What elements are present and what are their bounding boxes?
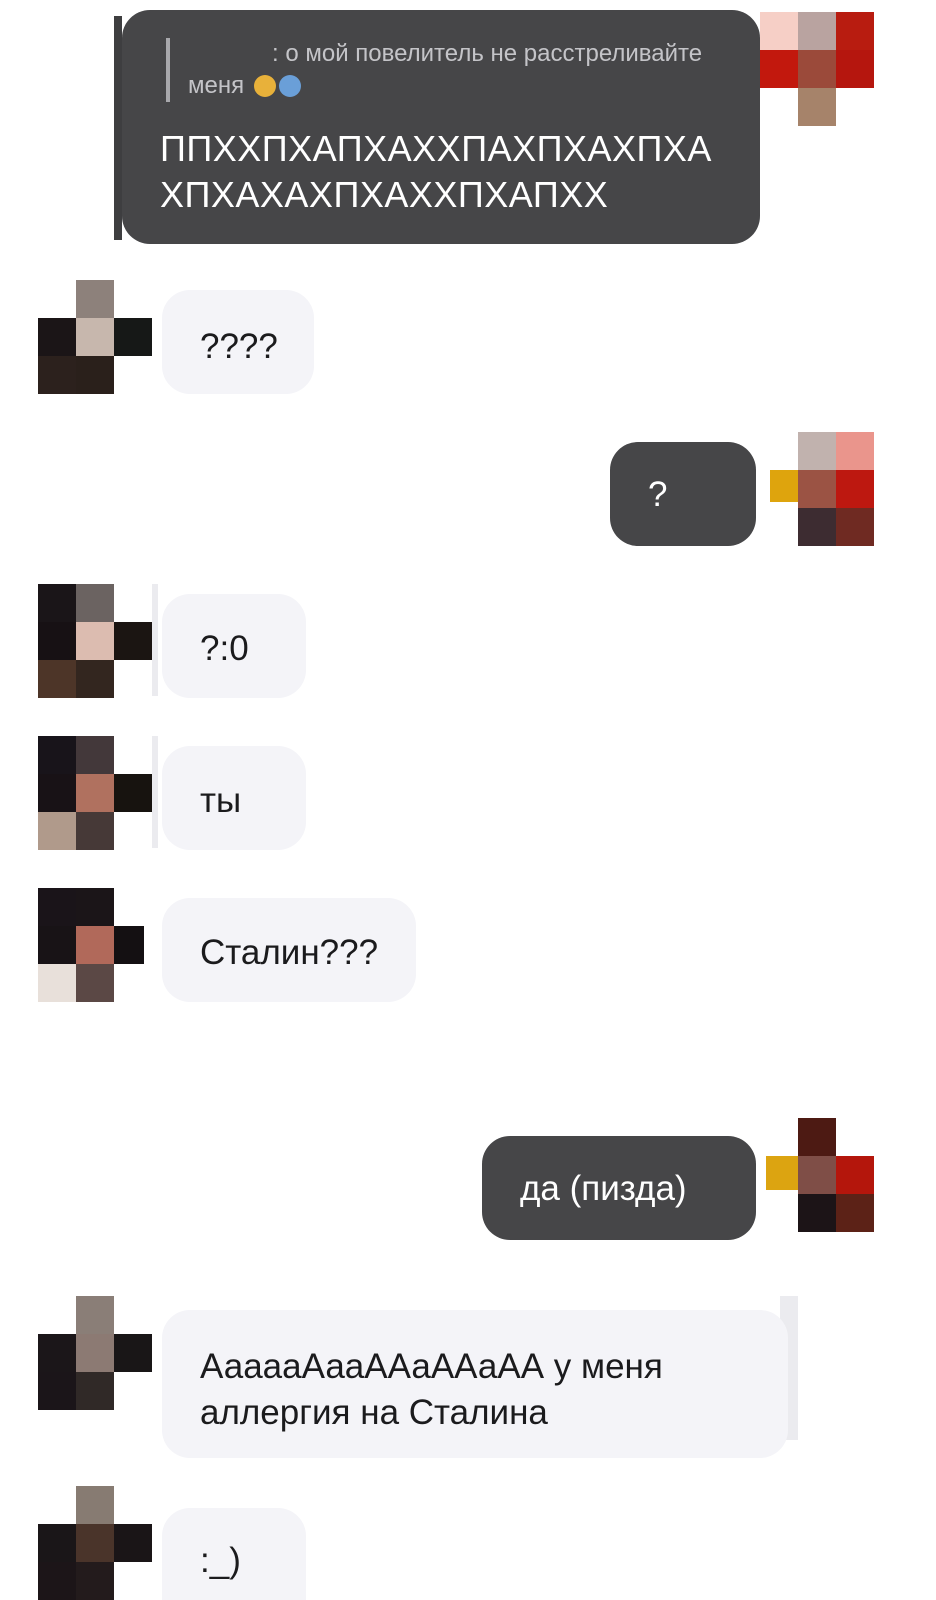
avatar-pixel (76, 1486, 114, 1524)
avatar-pixel (798, 432, 836, 470)
avatar-pixel (76, 774, 114, 812)
avatar-pixel (114, 1524, 152, 1562)
screaming-face-emoji-icon (253, 75, 276, 97)
avatar-pixel (798, 12, 836, 50)
message-text: ???? (200, 327, 278, 366)
avatar-pixel (836, 50, 874, 88)
avatar-pixel (38, 318, 76, 356)
avatar-pixel (76, 1562, 114, 1600)
avatar-pixel (76, 1524, 114, 1562)
avatar-pixel (760, 12, 798, 50)
avatar-pixel (76, 888, 114, 926)
avatar-pixel (38, 888, 76, 926)
anxious-face-emoji-icon (278, 75, 301, 97)
message-text: ?:0 (200, 629, 249, 668)
avatar-pixel (798, 508, 836, 546)
avatar-pixel (836, 470, 874, 508)
pixelated-avatar-icon[interactable] (38, 584, 152, 698)
message-bubble-incoming[interactable]: АааааАааААаААаАА у меня аллергия на Стал… (162, 1310, 788, 1458)
avatar-pixel (836, 1194, 874, 1232)
avatar-pixel (836, 508, 874, 546)
avatar-pixel (38, 356, 76, 394)
chat-thread: : о мой повелитель не расстреливайте мен… (0, 0, 936, 1600)
message-bubble-outgoing[interactable]: : о мой повелитель не расстреливайте мен… (122, 10, 760, 244)
pixelated-avatar-icon[interactable] (770, 432, 874, 546)
avatar-pixel (114, 1334, 152, 1372)
avatar-pixel (38, 1524, 76, 1562)
avatar-pixel (798, 50, 836, 88)
message-text: ППХХПХАПХАХХПАХПХАХПХА ХПХАХАХПХАХХПХАПХ… (160, 128, 712, 215)
avatar-pixel (76, 356, 114, 394)
avatar-pixel (798, 1156, 836, 1194)
avatar-pixel (76, 584, 114, 622)
avatar-pixel (38, 622, 76, 660)
avatar-pixel (76, 280, 114, 318)
pixelated-avatar-icon[interactable] (38, 888, 148, 1002)
message-bubble-incoming[interactable]: Сталин??? (162, 898, 416, 1002)
avatar-pixel (38, 964, 76, 1002)
avatar-pixel (114, 926, 144, 964)
pixelated-avatar-icon[interactable] (38, 1486, 152, 1600)
avatar-pixel (114, 774, 152, 812)
message-bubble-outgoing[interactable]: ? (610, 442, 756, 546)
avatar-pixel (760, 50, 798, 88)
pixelated-avatar-icon[interactable] (38, 1296, 152, 1410)
message-bubble-outgoing[interactable]: да (пизда) (482, 1136, 756, 1240)
avatar-pixel (798, 470, 836, 508)
avatar-pixel (76, 622, 114, 660)
avatar-pixel (38, 812, 76, 850)
message-text: да (пизда) (520, 1169, 687, 1208)
avatar-pixel (770, 470, 798, 502)
message-text: ты (200, 781, 242, 820)
avatar-pixel (76, 1372, 114, 1410)
message-bubble-incoming[interactable]: ты (162, 746, 306, 850)
avatar-pixel (114, 318, 152, 356)
message-text: АааааАааААаААаАА у меня аллергия на Стал… (200, 1347, 663, 1432)
message-bubble-incoming[interactable]: ?:0 (162, 594, 306, 698)
avatar-pixel (76, 318, 114, 356)
avatar-pixel (798, 1194, 836, 1232)
avatar-pixel (798, 88, 836, 126)
avatar-pixel (38, 736, 76, 774)
avatar-pixel (76, 1296, 114, 1334)
message-text: ? (648, 475, 668, 514)
avatar-pixel (836, 432, 874, 470)
avatar-pixel (38, 584, 76, 622)
pixelated-avatar-icon[interactable] (38, 736, 152, 850)
avatar-pixel (76, 812, 114, 850)
avatar-pixel (114, 622, 152, 660)
avatar-pixel (38, 1562, 76, 1600)
avatar-pixel (76, 736, 114, 774)
avatar-pixel (766, 1156, 798, 1190)
avatar-pixel (38, 1334, 76, 1372)
reply-quote[interactable]: : о мой повелитель не расстреливайте мен… (166, 38, 748, 102)
bubble-edge (114, 16, 122, 240)
avatar-pixel (76, 660, 114, 698)
pixelated-avatar-icon[interactable] (38, 280, 152, 394)
avatar-pixel (38, 660, 76, 698)
pixelated-avatar-icon[interactable] (760, 12, 874, 128)
avatar-pixel (38, 926, 76, 964)
avatar-pixel (836, 12, 874, 50)
avatar-pixel (38, 774, 76, 812)
avatar-pixel (76, 926, 114, 964)
avatar-pixel (76, 964, 114, 1002)
bubble-edge (152, 584, 158, 696)
pixelated-avatar-icon[interactable] (766, 1118, 874, 1232)
avatar-pixel (798, 1118, 836, 1156)
message-text: Сталин??? (200, 933, 379, 972)
avatar-pixel (836, 1156, 874, 1194)
bubble-edge (152, 736, 158, 848)
message-text: :_) (200, 1541, 241, 1580)
avatar-pixel (38, 1372, 76, 1410)
avatar-pixel (76, 1334, 114, 1372)
message-bubble-incoming[interactable]: ???? (162, 290, 314, 394)
message-bubble-incoming[interactable]: :_) (162, 1508, 306, 1600)
